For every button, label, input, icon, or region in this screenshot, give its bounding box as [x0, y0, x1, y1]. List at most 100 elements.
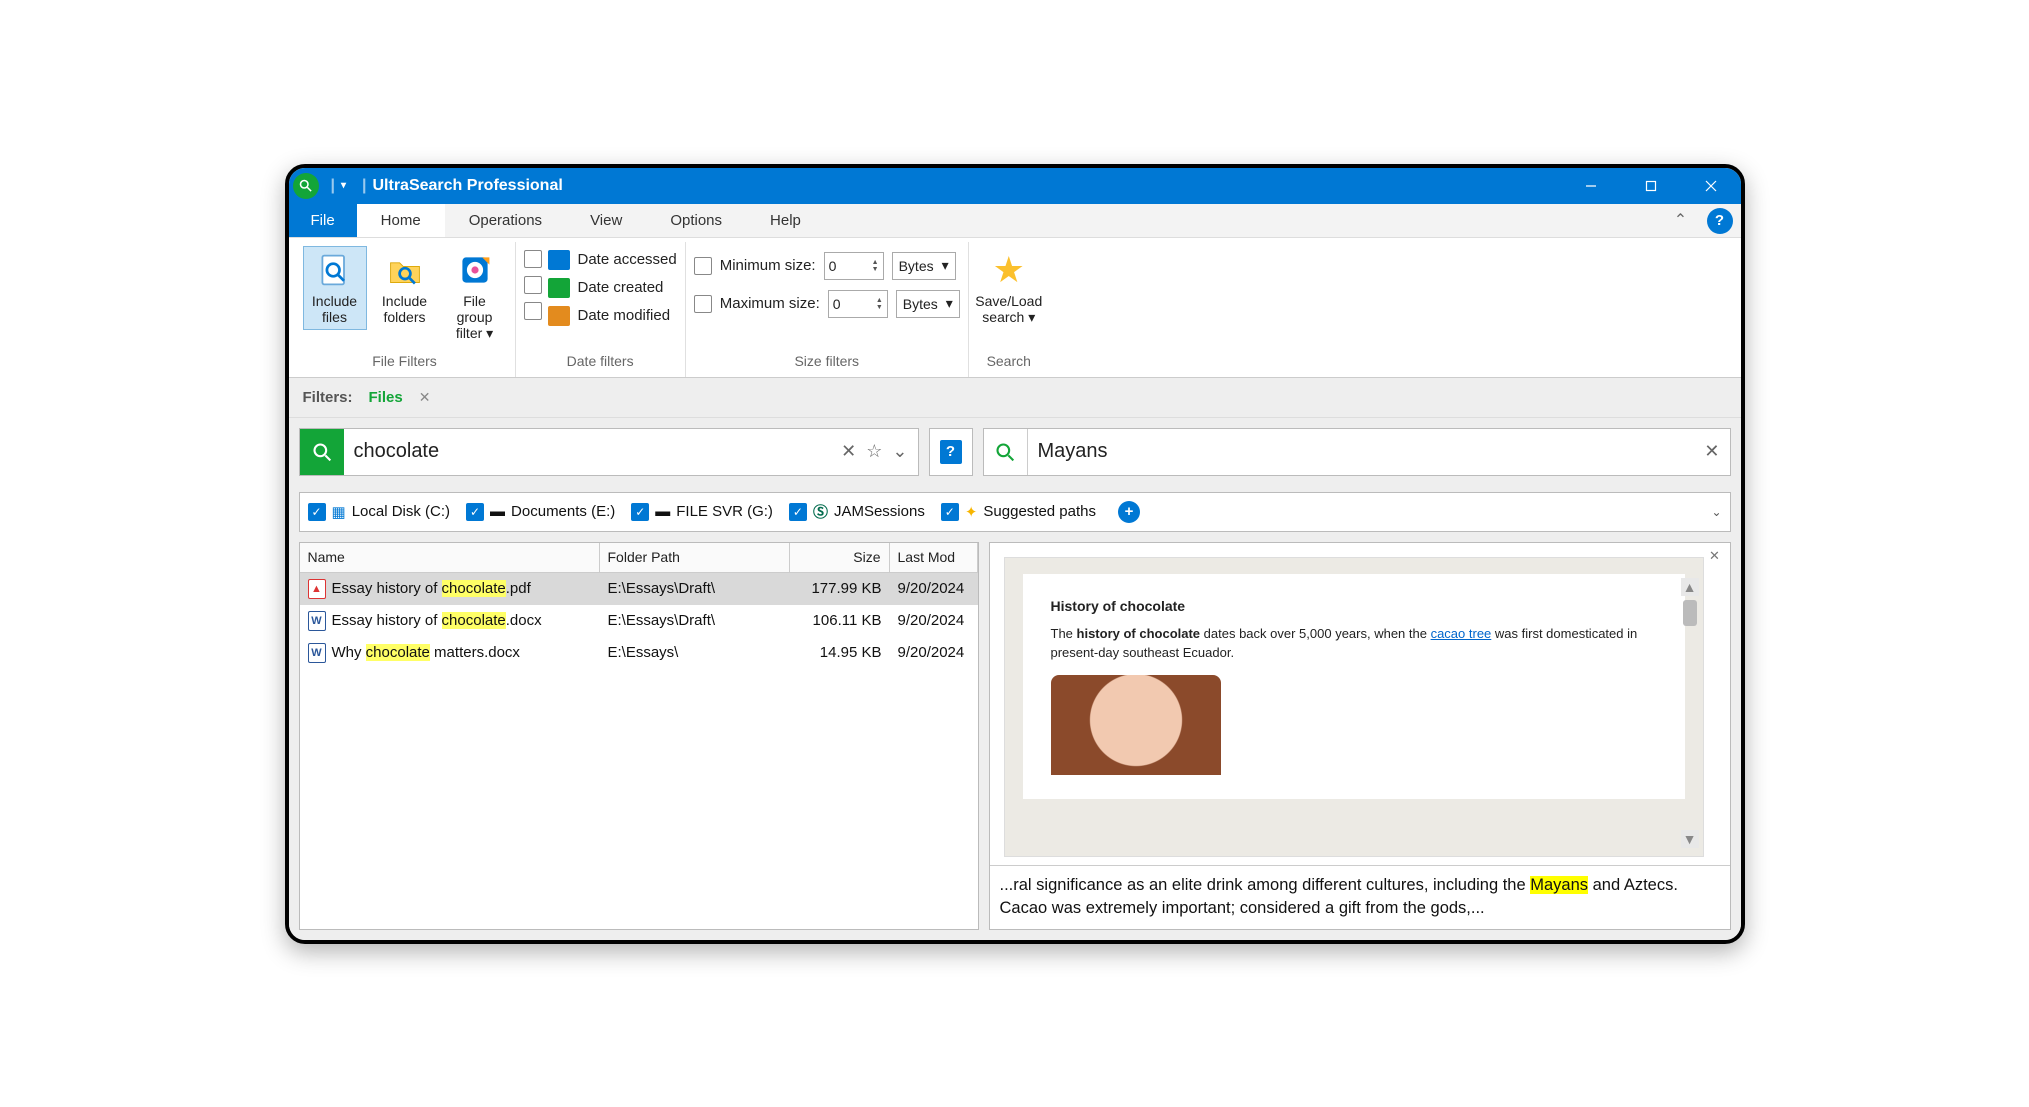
collapse-ribbon-icon[interactable]: ⌃	[1663, 204, 1699, 237]
file-group-filter-button[interactable]: File group filter ▾	[443, 246, 507, 346]
date-accessed-checkbox[interactable]	[524, 250, 542, 268]
content-search-icon[interactable]	[984, 429, 1028, 475]
disk-icon: ▦	[332, 503, 346, 521]
hdd-icon: ▬	[655, 503, 670, 520]
last-modified: 9/20/2024	[890, 644, 978, 661]
filters-bar: Filters: Files ✕	[289, 378, 1741, 418]
checkbox-checked-icon[interactable]: ✓	[631, 503, 649, 521]
result-row[interactable]: ▲Essay history of chocolate.pdfE:\Essays…	[300, 573, 978, 605]
last-modified: 9/20/2024	[890, 612, 978, 629]
content-search-input[interactable]	[1028, 429, 1695, 475]
close-button[interactable]	[1681, 168, 1741, 204]
tab-operations[interactable]: Operations	[445, 204, 566, 237]
maximize-button[interactable]	[1621, 168, 1681, 204]
file-group-filter-label: File group filter ▾	[446, 293, 504, 341]
scroll-down-icon[interactable]: ▼	[1681, 830, 1699, 848]
scroll-up-icon[interactable]: ▲	[1681, 578, 1699, 596]
pdf-file-icon: ▲	[308, 579, 326, 599]
tab-home[interactable]: Home	[357, 204, 445, 237]
clear-content-search-icon[interactable]: ✕	[1704, 441, 1719, 462]
title-bar: | ▾ | UltraSearch Professional	[289, 168, 1741, 204]
close-preview-icon[interactable]: ✕	[1706, 547, 1724, 565]
drive-suggested-paths[interactable]: ✓ ✦ Suggested paths	[941, 503, 1096, 521]
file-menu[interactable]: File	[289, 204, 357, 237]
file-size: 177.99 KB	[790, 580, 890, 597]
query-help-button[interactable]: ?	[929, 428, 973, 476]
max-size-label: Maximum size:	[720, 295, 820, 312]
drives-bar: ✓ ▦ Local Disk (C:) ✓ ▬ Documents (E:) ✓…	[299, 492, 1731, 532]
search-row: ✕ ☆ ⌄ ? ✕	[289, 418, 1741, 486]
ribbon-group-size-filters: Minimum size: 0▲▼ Bytes▾ Maximum size: 0…	[686, 242, 969, 377]
tab-help[interactable]: Help	[746, 204, 825, 237]
preview-document[interactable]: ▲ ▼ History of chocolate The history of …	[1004, 557, 1704, 858]
cacao-tree-link[interactable]: cacao tree	[1431, 626, 1492, 641]
tab-view[interactable]: View	[566, 204, 646, 237]
drive-jamsessions[interactable]: ✓ Ⓢ JAMSessions	[789, 501, 925, 522]
max-size-input[interactable]: 0▲▼	[828, 290, 888, 318]
result-row[interactable]: WWhy chocolate matters.docxE:\Essays\14.…	[300, 637, 978, 669]
qat-dropdown-icon[interactable]: ▾	[341, 180, 346, 191]
sparkle-icon: ✦	[965, 503, 978, 521]
ribbon-group-file-filters: Include files Include folders File group…	[295, 242, 516, 377]
file-size: 14.95 KB	[790, 644, 890, 661]
file-search-input[interactable]	[344, 429, 832, 475]
file-search-box: ✕ ☆ ⌄	[299, 428, 919, 476]
column-size[interactable]: Size	[790, 543, 890, 572]
content-match-excerpt: ...ral significance as an elite drink am…	[990, 865, 1730, 928]
min-size-unit-select[interactable]: Bytes▾	[892, 252, 956, 280]
drive-filesvr-g[interactable]: ✓ ▬ FILE SVR (G:)	[631, 503, 773, 521]
remove-filter-icon[interactable]: ✕	[419, 389, 431, 406]
sharepoint-icon: Ⓢ	[813, 501, 828, 522]
calendar-icon	[548, 278, 570, 298]
include-files-button[interactable]: Include files	[303, 246, 367, 330]
drive-local-c[interactable]: ✓ ▦ Local Disk (C:)	[308, 503, 451, 521]
folder-search-icon	[386, 251, 424, 289]
checkbox-checked-icon[interactable]: ✓	[466, 503, 484, 521]
add-location-button[interactable]: +	[1118, 501, 1140, 523]
search-icon[interactable]	[300, 429, 344, 475]
save-load-search-button[interactable]: ★ Save/Load search ▾	[977, 246, 1041, 330]
date-created-checkbox[interactable]	[524, 276, 542, 294]
max-size-checkbox[interactable]	[694, 295, 712, 313]
results-panel: Name Folder Path Size Last Mod ▲Essay hi…	[299, 542, 979, 930]
drives-dropdown-icon[interactable]: ⌄	[1711, 505, 1721, 519]
file-group-icon	[456, 251, 494, 289]
checkbox-checked-icon[interactable]: ✓	[941, 503, 959, 521]
max-size-unit-select[interactable]: Bytes▾	[896, 290, 960, 318]
minimize-button[interactable]	[1561, 168, 1621, 204]
qat-separator: |	[331, 177, 335, 195]
column-name[interactable]: Name	[300, 543, 600, 572]
menu-bar: File Home Operations View Options Help ⌃…	[289, 204, 1741, 238]
ribbon-group-search: ★ Save/Load search ▾ Search	[969, 242, 1049, 377]
last-modified: 9/20/2024	[890, 580, 978, 597]
filter-chip-files[interactable]: Files	[369, 389, 403, 406]
preview-title: History of chocolate	[1051, 598, 1657, 614]
include-folders-button[interactable]: Include folders	[373, 246, 437, 330]
clear-search-icon[interactable]: ✕	[841, 441, 856, 462]
filters-label: Filters:	[303, 389, 353, 406]
min-size-checkbox[interactable]	[694, 257, 712, 275]
favorite-search-icon[interactable]: ☆	[866, 441, 882, 462]
hdd-icon: ▬	[490, 503, 505, 520]
help-button[interactable]: ?	[1707, 208, 1733, 234]
tab-options[interactable]: Options	[646, 204, 746, 237]
min-size-input[interactable]: 0▲▼	[824, 252, 884, 280]
folder-path: E:\Essays\Draft\	[600, 612, 790, 629]
scrollbar-thumb[interactable]	[1683, 600, 1697, 626]
checkbox-checked-icon[interactable]: ✓	[789, 503, 807, 521]
date-modified-label: Date modified	[578, 307, 671, 324]
save-load-search-label: Save/Load search ▾	[975, 293, 1042, 325]
column-path[interactable]: Folder Path	[600, 543, 790, 572]
search-dropdown-icon[interactable]: ⌄	[892, 441, 907, 462]
checkbox-checked-icon[interactable]: ✓	[308, 503, 326, 521]
date-modified-checkbox[interactable]	[524, 302, 542, 320]
file-name: Why chocolate matters.docx	[332, 644, 520, 661]
qat-separator: |	[362, 177, 366, 195]
result-row[interactable]: WEssay history of chocolate.docxE:\Essay…	[300, 605, 978, 637]
ribbon: Include files Include folders File group…	[289, 238, 1741, 378]
date-created-label: Date created	[578, 279, 664, 296]
calendar-icon	[548, 250, 570, 270]
column-date[interactable]: Last Mod	[890, 543, 978, 572]
drive-documents-e[interactable]: ✓ ▬ Documents (E:)	[466, 503, 615, 521]
star-icon: ★	[990, 251, 1028, 289]
